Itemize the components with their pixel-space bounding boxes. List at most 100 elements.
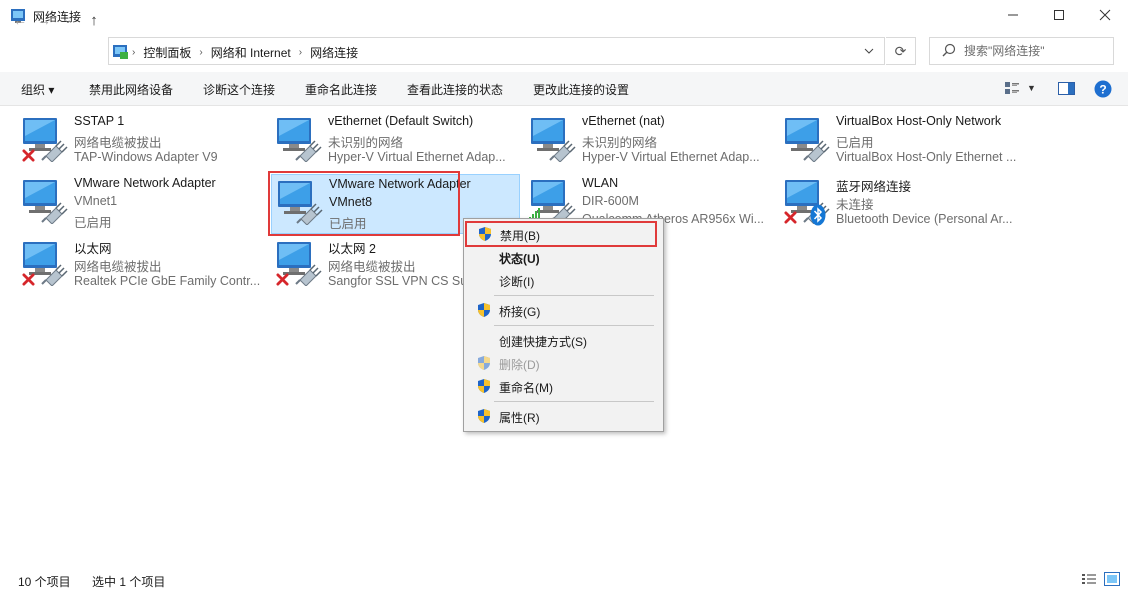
context-menu-item: 删除(D)	[466, 352, 661, 374]
connection-device: Hyper-V Virtual Ethernet Adap...	[582, 150, 760, 164]
breadcrumb-network-connections[interactable]: 网络连接	[304, 44, 364, 61]
connection-status: 网络电缆被拔出	[328, 260, 416, 274]
view-status-button[interactable]: 查看此连接的状态	[407, 81, 503, 98]
connection-status: 网络电缆被拔出	[74, 136, 162, 150]
change-settings-button[interactable]: 更改此连接的设置	[533, 81, 629, 98]
search-input[interactable]	[962, 40, 1110, 62]
address-dropdown-button[interactable]	[860, 43, 878, 59]
minimize-button[interactable]	[990, 0, 1036, 30]
up-button[interactable]: ↑	[84, 10, 104, 30]
diagnose-button[interactable]: 诊断这个连接	[203, 81, 275, 98]
recent-locations-button[interactable]: ⌄	[58, 10, 78, 30]
context-menu-item-label: 禁用(B)	[500, 229, 540, 243]
connection-status: 未识别的网络	[328, 136, 404, 150]
context-menu: 禁用(B) 状态(U) 诊断(I) 桥接(G) 创建快捷方式(S) 删除(D) 重命名(M)…	[463, 218, 664, 432]
organize-menu-button[interactable]: 组织 ▾	[21, 81, 54, 98]
chevron-down-icon	[864, 48, 874, 54]
context-menu-item[interactable]: 桥接(G)	[466, 299, 661, 321]
menu-separator	[494, 295, 654, 296]
context-menu-item-label: 诊断(I)	[499, 275, 535, 289]
context-menu-item[interactable]: 状态(U)	[466, 246, 661, 268]
connection-status: VMnet1	[74, 194, 118, 208]
uac-shield-icon	[476, 355, 492, 371]
uac-shield-icon	[476, 302, 492, 318]
red-x-icon	[22, 149, 35, 162]
connection-status: 网络电缆被拔出	[74, 260, 162, 274]
uac-shield-icon	[476, 408, 492, 424]
context-menu-item-label: 属性(R)	[499, 411, 540, 425]
connection-item[interactable]: VirtualBox Host-Only Network 已启用 VirtualBo…	[782, 114, 1030, 170]
back-button[interactable]: ←	[10, 10, 30, 30]
breadcrumb-separator[interactable]: ›	[197, 47, 204, 58]
network-adapter-icon	[528, 114, 576, 162]
connection-item[interactable]: vEthernet (nat) 未识别的网络 Hyper-V Virtual Eth…	[528, 114, 776, 170]
breadcrumb-separator[interactable]: ›	[297, 47, 304, 58]
svg-text:?: ?	[1099, 83, 1106, 97]
menu-separator	[494, 401, 654, 402]
breadcrumb-control-panel[interactable]: 控制面板	[137, 44, 197, 61]
menu-separator	[494, 325, 654, 326]
context-menu-item[interactable]: 诊断(I)	[466, 269, 661, 291]
uac-shield-icon	[477, 226, 493, 242]
highlight-box	[268, 171, 460, 236]
connection-item[interactable]: SSTAP 1 网络电缆被拔出 TAP-Windows Adapter V9	[20, 114, 268, 170]
breadcrumb-network-internet[interactable]: 网络和 Internet	[205, 44, 297, 61]
view-options-dropdown[interactable]: ▼	[1027, 83, 1036, 93]
search-icon	[942, 43, 956, 57]
connection-item[interactable]: 蓝牙网络连接 未连接 Bluetooth Device (Personal Ar..…	[782, 176, 1030, 232]
context-menu-item-label: 重命名(M)	[499, 381, 553, 395]
tiles-view-icon[interactable]	[1104, 572, 1120, 586]
connection-device: VirtualBox Host-Only Ethernet ...	[836, 150, 1017, 164]
help-icon[interactable]: ?	[1094, 80, 1112, 98]
control-panel-icon	[113, 45, 128, 59]
selected-count: 选中 1 个项目	[92, 575, 166, 589]
details-view-icon[interactable]	[1081, 573, 1097, 585]
minimize-icon	[1008, 14, 1018, 16]
context-menu-item[interactable]: 重命名(M)	[466, 375, 661, 397]
context-menu-item-label: 桥接(G)	[499, 305, 541, 319]
connection-device: 已启用	[74, 216, 112, 230]
close-icon	[1099, 9, 1111, 21]
connection-name: 以太网	[74, 242, 112, 256]
connection-status: 未识别的网络	[582, 136, 658, 150]
connection-device: Hyper-V Virtual Ethernet Adap...	[328, 150, 506, 164]
title-bar	[0, 0, 1128, 32]
network-adapter-icon	[20, 176, 68, 224]
red-x-icon	[276, 273, 289, 286]
context-menu-item[interactable]: 属性(R)	[466, 405, 661, 427]
context-menu-item[interactable]: 禁用(B)	[465, 221, 657, 247]
preview-pane-icon[interactable]	[1058, 82, 1075, 95]
context-menu-item-label: 状态(U)	[499, 252, 540, 266]
connection-item[interactable]: VMware Network Adapter VMnet1 已启用	[20, 176, 268, 232]
connection-status: 未连接	[836, 198, 874, 212]
maximize-icon	[1054, 10, 1064, 20]
disable-device-button[interactable]: 禁用此网络设备	[89, 81, 173, 98]
connection-name: VirtualBox Host-Only Network	[836, 114, 1002, 128]
network-adapter-icon	[782, 114, 830, 162]
connection-name: VMware Network Adapter	[74, 176, 216, 190]
connection-item[interactable]: 以太网 网络电缆被拔出 Realtek PCIe GbE Family Contr.…	[20, 238, 268, 294]
connection-name: 以太网 2	[328, 242, 376, 256]
breadcrumb-separator[interactable]: ›	[130, 47, 137, 58]
connection-name: vEthernet (nat)	[582, 114, 665, 128]
connection-device: TAP-Windows Adapter V9	[74, 150, 218, 164]
context-menu-item-label: 删除(D)	[499, 358, 540, 372]
bluetooth-icon	[810, 204, 826, 226]
connection-item[interactable]: vEthernet (Default Switch) 未识别的网络 Hyper-V …	[274, 114, 522, 170]
connection-status: DIR-600M	[582, 194, 639, 208]
forward-button[interactable]: →	[34, 10, 54, 30]
network-adapter-icon	[274, 114, 322, 162]
breadcrumb: › 控制面板 › 网络和 Internet › 网络连接	[112, 43, 364, 61]
uac-shield-icon	[476, 378, 492, 394]
close-button[interactable]	[1082, 0, 1128, 30]
connection-status: 已启用	[836, 136, 874, 150]
connection-name: vEthernet (Default Switch)	[328, 114, 474, 128]
refresh-button[interactable]: ⟳	[886, 37, 916, 65]
red-x-icon	[784, 211, 797, 224]
connection-name: 蓝牙网络连接	[836, 180, 912, 194]
red-x-icon	[22, 273, 35, 286]
maximize-button[interactable]	[1036, 0, 1082, 30]
rename-button[interactable]: 重命名此连接	[305, 81, 377, 98]
view-options-icon[interactable]	[1004, 81, 1020, 95]
context-menu-item[interactable]: 创建快捷方式(S)	[466, 329, 661, 351]
